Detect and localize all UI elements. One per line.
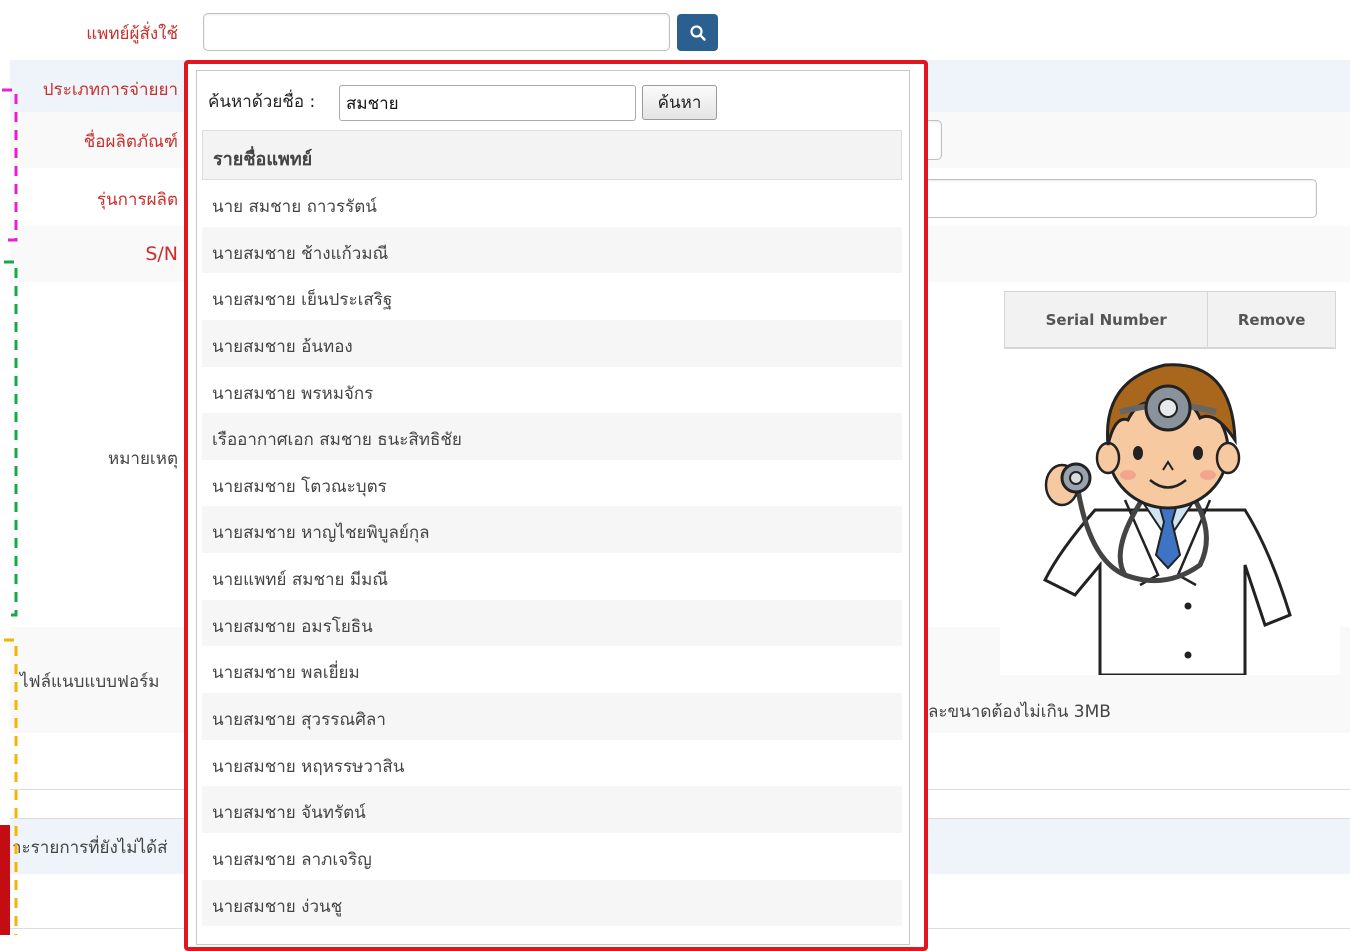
- doctor-list-item[interactable]: นายสมชาย สุวรรณศิลา: [202, 693, 902, 740]
- attach-label: ไฟล์แนบแบบฟอร์ม: [20, 672, 160, 692]
- doctor-list: นาย สมชาย ถาวรรัตน์ นายสมชาย ช้างแก้วมณีน…: [202, 180, 902, 927]
- remark-label: หมายเหตุ: [108, 449, 178, 469]
- doctor-list-item[interactable]: นายสมชาย ลาภเจริญ: [202, 833, 902, 880]
- doctor-list-item[interactable]: นายสมชาย พรหมจักร: [202, 367, 902, 414]
- dispense-type-label: ประเภทการจ่ายยา: [42, 80, 178, 100]
- doctor-list-item[interactable]: นายสมชาย โตวณะบุตร: [202, 460, 902, 507]
- serial-table-header: Serial Number Remove: [1004, 291, 1336, 349]
- doctor-list-item[interactable]: นายสมชาย ง่วนชู: [202, 879, 902, 927]
- doctor-list-item[interactable]: นายสมชาย จันทรัตน์: [202, 786, 902, 833]
- popup-search-button[interactable]: ค้นหา: [642, 85, 717, 120]
- doctor-illustration: [1000, 350, 1340, 675]
- popup-search-input[interactable]: [339, 85, 636, 121]
- product-name-label: ชื่อผลิตภัณฑ์: [83, 132, 178, 152]
- doctor-list-item[interactable]: นายแพทย์ สมชาย มีมณี: [202, 553, 902, 600]
- popup-search-label: ค้นหาด้วยชื่อ :: [208, 92, 316, 112]
- search-icon: [689, 24, 706, 41]
- doctor-list-item[interactable]: นายสมชาย ช้างแก้วมณี: [202, 226, 902, 274]
- doctor-list-item[interactable]: นายสมชาย อมรโยธิน: [202, 599, 902, 647]
- doctor-list-item[interactable]: นายสมชาย หฤหรรษวาสิน: [202, 740, 902, 787]
- doctor-search-button[interactable]: [677, 14, 718, 51]
- section-note-text: าะรายการที่ยังไม่ได้ส่: [12, 838, 168, 858]
- side-markers: [2, 88, 18, 935]
- doctor-input[interactable]: [203, 13, 670, 51]
- sn-label: S/N: [145, 243, 178, 265]
- left-red-marker: [0, 825, 10, 935]
- serial-table-line: [1004, 347, 1334, 348]
- doctor-list-item[interactable]: นาย สมชาย ถาวรรัตน์: [202, 180, 902, 227]
- doctor-list-item[interactable]: เรืออากาศเอก สมชาย ธนะสิทธิชัย: [202, 413, 902, 460]
- lot-input[interactable]: [880, 179, 1317, 218]
- doctor-list-item[interactable]: นายสมชาย หาญไชยพิบูลย์กุล: [202, 506, 902, 554]
- doctor-list-header: รายชื่อแพทย์: [202, 130, 902, 180]
- doctor-label: แพทย์ผู้สั่งใช้: [86, 24, 178, 44]
- doctor-list-item[interactable]: นายสมชาย อ้นทอง: [202, 319, 902, 367]
- attach-size-note: ) และขนาดต้องไม่เกิน 3MB: [905, 702, 1111, 722]
- serial-number-column: Serial Number: [1005, 292, 1209, 348]
- lot-label: รุ่นการผลิต: [96, 190, 178, 210]
- doctor-list-item[interactable]: นายสมชาย เย็นประเสริฐ: [202, 273, 902, 320]
- remove-column: Remove: [1237, 311, 1306, 329]
- doctor-list-item[interactable]: นายสมชาย พลเยี่ยม: [202, 646, 902, 693]
